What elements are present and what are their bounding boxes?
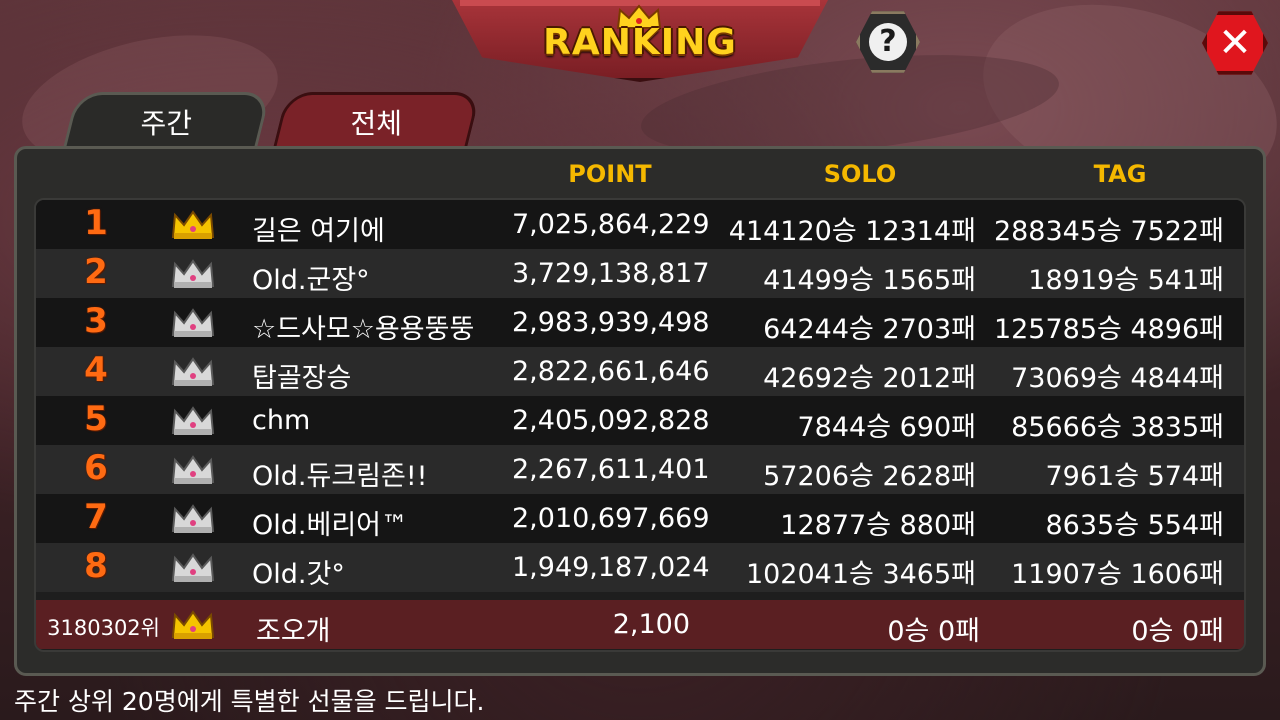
silver-crown-icon — [171, 357, 215, 386]
tag-record: 7961승 574패 — [1045, 461, 1224, 492]
ranking-row[interactable]: 4 탑골장승 2,822,661,646 42692승 2012패 73069승… — [36, 347, 1244, 396]
column-header-point: POINT — [568, 160, 652, 188]
rank-number: 5 — [84, 399, 108, 439]
player-name: 조오개 — [256, 616, 331, 647]
tag-record: 125785승 4896패 — [993, 314, 1224, 345]
ranking-row[interactable]: 5 chm 2,405,092,828 7844승 690패 85666승 38… — [36, 396, 1244, 445]
tab-weekly[interactable]: 주간 — [63, 92, 271, 148]
solo-record: 12877승 880패 — [780, 510, 976, 541]
rank-number: 2 — [84, 252, 108, 292]
silver-crown-icon — [171, 553, 215, 582]
solo-record: 414120승 12314패 — [728, 216, 976, 247]
player-name: 탑골장승 — [252, 363, 352, 394]
point-value: 2,822,661,646 — [512, 356, 710, 387]
tab-label: 전체 — [350, 106, 403, 140]
point-value: 1,949,187,024 — [512, 552, 710, 583]
solo-record: 57206승 2628패 — [763, 461, 976, 492]
player-name: ☆드사모☆용용뚱뚱 — [252, 314, 475, 345]
solo-record: 41499승 1565패 — [763, 265, 976, 296]
ranking-row[interactable]: 7 Old.베리어™ 2,010,697,669 12877승 880패 863… — [36, 494, 1244, 543]
player-name: chm — [252, 405, 311, 436]
point-value: 7,025,864,229 — [512, 209, 710, 240]
question-icon: ? — [869, 23, 907, 61]
silver-crown-icon — [171, 406, 215, 435]
close-icon: ✕ — [1218, 20, 1252, 66]
player-name: Old.군장° — [252, 265, 370, 296]
rank-number: 1 — [84, 203, 108, 243]
gold-crown-icon — [171, 610, 215, 639]
solo-record: 0승 0패 — [887, 616, 980, 647]
silver-crown-icon — [171, 504, 215, 533]
player-name: Old.베리어™ — [252, 510, 408, 541]
silver-crown-icon — [171, 308, 215, 337]
ranking-row[interactable]: 1 길은 여기에 7,025,864,229 414120승 12314패 28… — [36, 200, 1244, 249]
player-name: Old.갓° — [252, 559, 345, 590]
tag-record: 73069승 4844패 — [1011, 363, 1224, 394]
player-name: Old.듀크림존!! — [252, 461, 428, 492]
rank-number: 8 — [84, 546, 108, 586]
tag-record: 8635승 554패 — [1045, 510, 1224, 541]
tab-all[interactable]: 전체 — [273, 92, 481, 148]
point-value: 2,267,611,401 — [512, 454, 710, 485]
ranking-row[interactable]: 6 Old.듀크림존!! 2,267,611,401 57206승 2628패 … — [36, 445, 1244, 494]
silver-crown-icon — [171, 259, 215, 288]
point-value: 3,729,138,817 — [512, 258, 710, 289]
page-title: RANKING — [543, 22, 737, 63]
reward-notice: 주간 상위 20명에게 특별한 선물을 드립니다. — [14, 687, 485, 716]
tag-record: 18919승 541패 — [1028, 265, 1224, 296]
my-ranking-row[interactable]: 3180302위 조오개 2,100 0승 0패 0승 0패 — [36, 600, 1244, 649]
tab-label: 주간 — [140, 106, 193, 140]
rank-number: 3 — [84, 301, 108, 341]
player-name: 길은 여기에 — [252, 216, 385, 247]
tag-record: 0승 0패 — [1131, 616, 1224, 647]
point-value: 2,100 — [612, 609, 690, 640]
my-rank: 3180302위 — [47, 616, 160, 640]
solo-record: 7844승 690패 — [797, 412, 976, 443]
silver-crown-icon — [171, 455, 215, 484]
point-value: 2,983,939,498 — [512, 307, 710, 338]
ranking-row[interactable]: 2 Old.군장° 3,729,138,817 41499승 1565패 189… — [36, 249, 1244, 298]
solo-record: 102041승 3465패 — [745, 559, 976, 590]
rank-number: 6 — [84, 448, 108, 488]
tag-record: 288345승 7522패 — [993, 216, 1224, 247]
column-header-tag: TAG — [1093, 160, 1147, 188]
solo-record: 64244승 2703패 — [763, 314, 976, 345]
tag-record: 85666승 3835패 — [1011, 412, 1224, 443]
gold-crown-icon — [171, 210, 215, 239]
rank-number: 7 — [84, 497, 108, 537]
ranking-row[interactable]: 3 ☆드사모☆용용뚱뚱 2,983,939,498 64244승 2703패 1… — [36, 298, 1244, 347]
point-value: 2,010,697,669 — [512, 503, 710, 534]
rank-number: 4 — [84, 350, 108, 390]
point-value: 2,405,092,828 — [512, 405, 710, 436]
column-header-solo: SOLO — [823, 160, 897, 188]
ranking-row[interactable]: 8 Old.갓° 1,949,187,024 102041승 3465패 119… — [36, 543, 1244, 592]
ranking-list[interactable]: 1 길은 여기에 7,025,864,229 414120승 12314패 28… — [34, 198, 1246, 652]
tag-record: 11907승 1606패 — [1011, 559, 1224, 590]
solo-record: 42692승 2012패 — [763, 363, 976, 394]
